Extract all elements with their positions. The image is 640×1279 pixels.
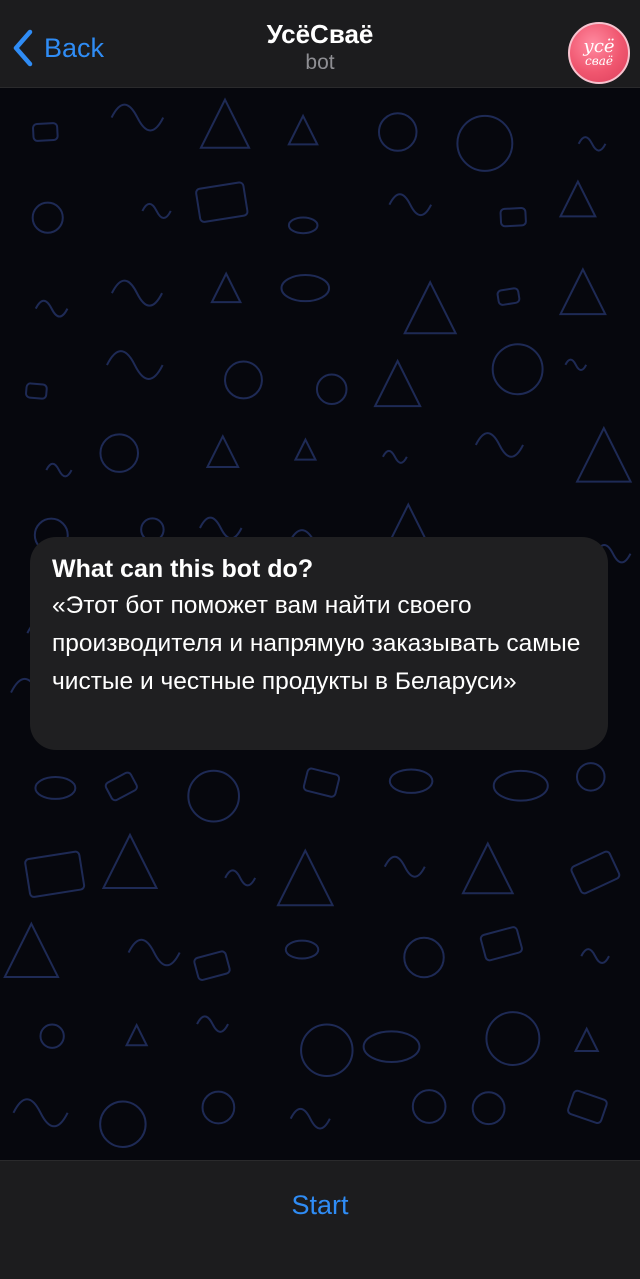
doodle-shape	[575, 762, 606, 792]
doodle-shape	[496, 287, 521, 306]
doodle-shape	[195, 181, 249, 223]
doodle-shape	[210, 271, 243, 304]
doodle-shape	[276, 848, 335, 907]
chevron-left-icon	[13, 29, 33, 67]
doodle-shape	[558, 267, 607, 316]
bot-info-bubble: What can this bot do? «Этот бот поможет …	[30, 537, 608, 750]
doodle-shape	[12, 1098, 69, 1128]
doodle-shape	[199, 97, 251, 149]
doodle-shape	[193, 950, 231, 981]
nav-bar: Back УсёСваё bot усё сваё	[0, 0, 640, 88]
doodle-shape	[45, 462, 73, 478]
doodle-shape	[199, 516, 243, 540]
doodle-shape	[104, 771, 138, 802]
doodle-shape	[377, 112, 418, 152]
doodle-shape	[558, 179, 597, 218]
doodle-shape	[284, 939, 320, 960]
doodle-shape	[32, 122, 59, 142]
doodle-shape	[196, 1015, 229, 1033]
doodle-shape	[31, 201, 64, 234]
doodle-shape	[403, 936, 445, 979]
doodle-shape	[224, 869, 257, 887]
doodle-shape	[34, 299, 69, 318]
doodle-shape	[106, 350, 164, 380]
doodle-shape	[580, 948, 610, 965]
doodle-shape	[141, 202, 172, 220]
doodle-shape	[302, 767, 341, 798]
doodle-shape	[205, 434, 240, 468]
doodle-shape	[411, 1089, 447, 1124]
doodle-shape	[300, 1023, 354, 1077]
doodle-shape	[110, 279, 163, 307]
doodle-shape	[383, 855, 426, 878]
doodle-shape	[570, 850, 621, 895]
doodle-shape	[567, 1089, 608, 1124]
doodle-shape	[373, 358, 422, 408]
doodle-shape	[101, 832, 159, 889]
doodle-shape	[280, 273, 331, 303]
doodle-shape	[287, 216, 319, 235]
doodle-shape	[34, 775, 77, 800]
doodle-shape	[24, 850, 86, 898]
doodle-shape	[287, 113, 319, 146]
bot-avatar[interactable]: усё сваё	[568, 22, 630, 84]
doodle-shape	[456, 114, 514, 172]
doodle-shape	[127, 938, 181, 967]
bot-info-description: «Этот бот поможет вам найти своего произ…	[52, 592, 581, 695]
start-button[interactable]: Start	[0, 1183, 640, 1227]
doodle-shape	[471, 1091, 506, 1126]
back-button[interactable]: Back	[10, 26, 104, 70]
doodle-shape	[492, 769, 549, 802]
avatar-logo-line2: сваё	[585, 54, 613, 68]
doodle-shape	[201, 1090, 236, 1125]
doodle-shape	[499, 207, 527, 228]
doodle-shape	[479, 926, 523, 962]
doodle-shape	[124, 1022, 149, 1047]
doodle-shape	[485, 1011, 541, 1066]
doodle-shape	[99, 1100, 147, 1148]
back-label: Back	[44, 32, 105, 63]
doodle-shape	[382, 449, 408, 464]
doodle-shape	[577, 136, 607, 152]
doodle-shape	[573, 1026, 600, 1053]
doodle-shape	[575, 425, 633, 483]
doodle-shape	[491, 343, 544, 396]
doodle-shape	[3, 921, 60, 978]
doodle-shape	[289, 1107, 331, 1130]
doodle-shape	[474, 432, 524, 458]
doodle-shape	[25, 382, 48, 400]
doodle-shape	[388, 768, 434, 794]
doodle-shape	[110, 103, 165, 132]
doodle-shape	[99, 433, 140, 473]
doodle-shape	[403, 280, 458, 335]
doodle-shape	[388, 193, 433, 217]
doodle-shape	[224, 360, 263, 400]
doodle-shape	[39, 1023, 65, 1049]
chat-screen: Back УсёСваё bot усё сваё What can this …	[0, 0, 640, 1279]
doodle-shape	[293, 437, 318, 461]
doodle-shape	[362, 1030, 421, 1064]
doodle-shape	[315, 373, 348, 405]
avatar-logo-line1: усё	[583, 36, 615, 57]
bot-info-title: What can this bot do?	[52, 555, 314, 583]
doodle-shape	[187, 769, 240, 823]
bottom-bar: Start	[0, 1160, 640, 1279]
doodle-shape	[564, 358, 588, 371]
doodle-shape	[461, 841, 515, 895]
